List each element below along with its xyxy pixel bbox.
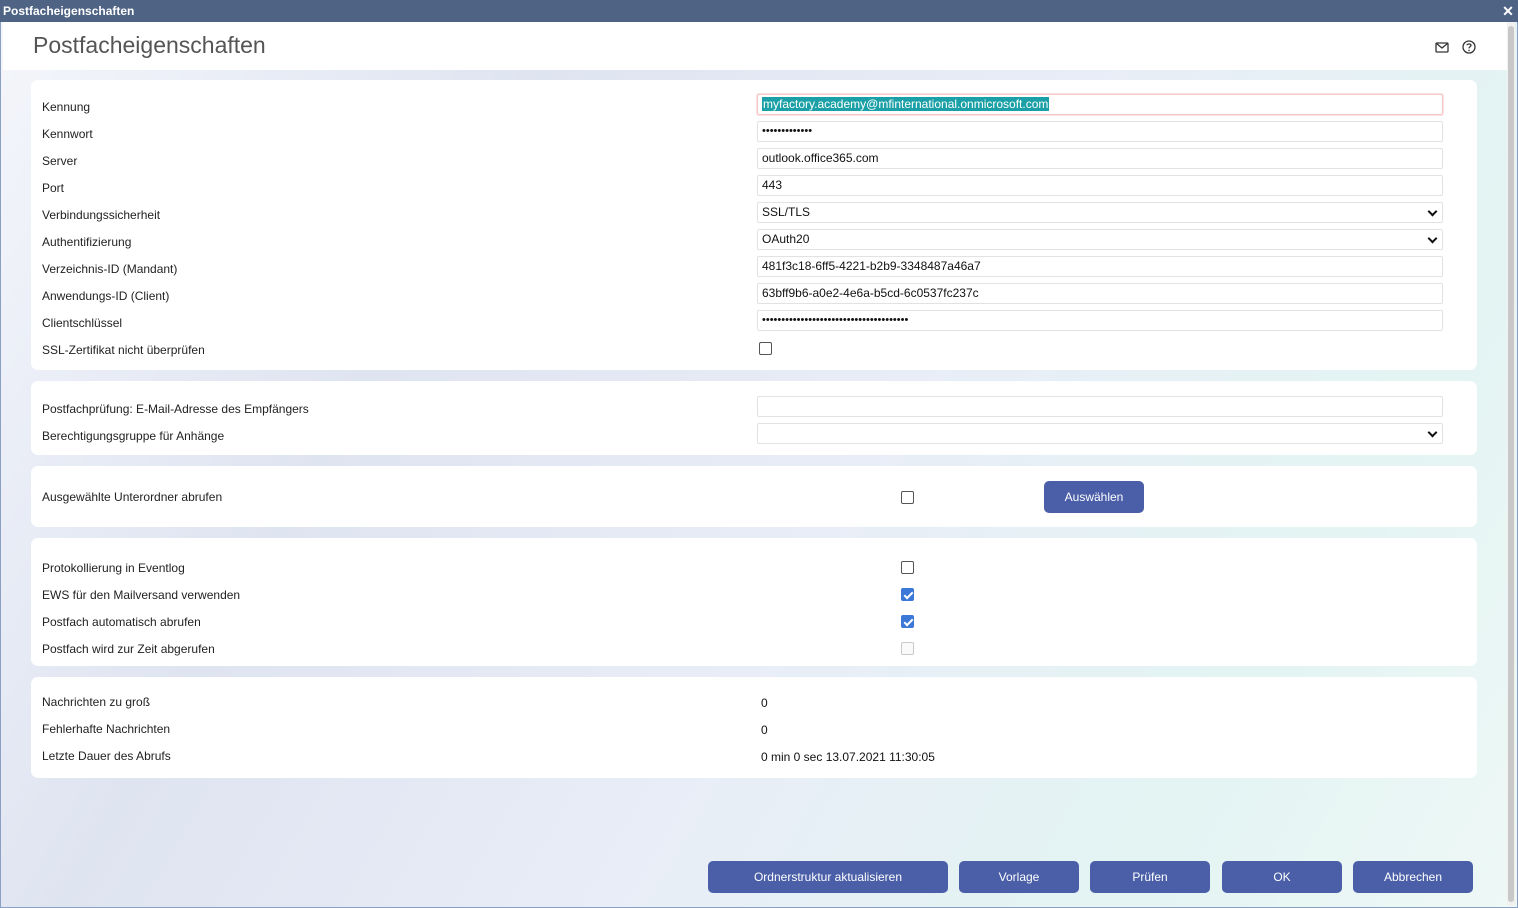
row-kennung: Kennung myfactory.academy@mfinternationa…: [31, 94, 1477, 121]
eventlog-label: Protokollierung in Eventlog: [42, 561, 185, 575]
subfolders-checkbox[interactable]: [901, 491, 914, 504]
secret-input[interactable]: ••••••••••••••••••••••••••••••••••••••: [757, 310, 1443, 331]
auth-value: OAuth20: [762, 232, 810, 246]
row-kennwort: Kennwort •••••••••••••: [31, 121, 1477, 148]
row-secret: Clientschlüssel ••••••••••••••••••••••••…: [31, 310, 1477, 337]
row-faulty: Fehlerhafte Nachrichten 0: [31, 716, 1477, 743]
row-ssl-skip: SSL-Zertifikat nicht überprüfen: [31, 337, 1477, 364]
template-button[interactable]: Vorlage: [959, 861, 1079, 893]
select-subfolders-button[interactable]: Auswählen: [1044, 481, 1144, 513]
faulty-value: 0: [761, 723, 768, 737]
window-titlebar: Postfacheigenschaften ✕: [0, 0, 1518, 22]
port-label: Port: [42, 181, 65, 195]
row-too-large: Nachrichten zu groß 0: [31, 689, 1477, 716]
ews-label: EWS für den Mailversand verwenden: [42, 588, 241, 602]
window-title: Postfacheigenschaften: [3, 4, 135, 18]
too-large-label: Nachrichten zu groß: [42, 695, 151, 709]
mailbox-check-card: Postfachprüfung: E-Mail-Adresse des Empf…: [31, 381, 1477, 455]
server-input[interactable]: outlook.office365.com: [757, 148, 1443, 169]
attachments-group-label: Berechtigungsgruppe für Anhänge: [42, 429, 225, 443]
kennung-input[interactable]: myfactory.academy@mfinternational.onmicr…: [757, 94, 1443, 115]
close-icon[interactable]: ✕: [1501, 0, 1515, 22]
options-card: Protokollierung in Eventlog EWS für den …: [31, 538, 1477, 666]
kennung-value: myfactory.academy@mfinternational.onmicr…: [762, 97, 1050, 111]
last-duration-label: Letzte Dauer des Abrufs: [42, 749, 171, 763]
help-icon[interactable]: [1462, 40, 1476, 54]
tenant-input[interactable]: 481f3c18-6ff5-4221-b2b9-3348487a46a7: [757, 256, 1443, 277]
row-recipient: Postfachprüfung: E-Mail-Adresse des Empf…: [31, 396, 1477, 423]
tenant-label: Verzeichnis-ID (Mandant): [42, 262, 178, 276]
kennwort-label: Kennwort: [42, 127, 93, 141]
subfolders-label: Ausgewählte Unterordner abrufen: [42, 490, 223, 504]
kennung-label: Kennung: [42, 100, 91, 114]
kennwort-input[interactable]: •••••••••••••: [757, 121, 1443, 142]
attachments-group-select[interactable]: [757, 423, 1443, 444]
busy-label: Postfach wird zur Zeit abgerufen: [42, 642, 215, 656]
too-large-value: 0: [761, 696, 768, 710]
ews-checkbox[interactable]: [901, 588, 914, 601]
connection-card: Kennung myfactory.academy@mfinternationa…: [31, 80, 1477, 370]
row-port: Port 443: [31, 175, 1477, 202]
auto-fetch-label: Postfach automatisch abrufen: [42, 615, 201, 629]
row-auth: Authentifizierung OAuth20: [31, 229, 1477, 256]
secret-label: Clientschlüssel: [42, 316, 123, 330]
refresh-folders-button[interactable]: Ordnerstruktur aktualisieren: [708, 861, 948, 893]
ssl-skip-checkbox[interactable]: [759, 342, 772, 355]
row-ews: EWS für den Mailversand verwenden: [31, 582, 1477, 609]
auth-select[interactable]: OAuth20: [757, 229, 1443, 250]
row-security: Verbindungssicherheit SSL/TLS: [31, 202, 1477, 229]
row-auto-fetch: Postfach automatisch abrufen: [31, 609, 1477, 636]
auto-fetch-checkbox[interactable]: [901, 615, 914, 628]
mail-icon[interactable]: [1435, 40, 1449, 54]
busy-checkbox: [901, 642, 914, 655]
dialog-body: Postfacheigenschaften Kennung myfactory.…: [0, 22, 1518, 908]
ssl-skip-label: SSL-Zertifikat nicht überprüfen: [42, 343, 205, 357]
cancel-button[interactable]: Abbrechen: [1353, 861, 1473, 893]
auth-label: Authentifizierung: [42, 235, 132, 249]
row-server: Server outlook.office365.com: [31, 148, 1477, 175]
vertical-scrollbar[interactable]: [1507, 22, 1515, 906]
stats-card: Nachrichten zu groß 0 Fehlerhafte Nachri…: [31, 677, 1477, 778]
recipient-label: Postfachprüfung: E-Mail-Adresse des Empf…: [42, 402, 309, 416]
last-duration-value: 0 min 0 sec 13.07.2021 11:30:05: [761, 750, 935, 764]
security-value: SSL/TLS: [762, 205, 811, 219]
faulty-label: Fehlerhafte Nachrichten: [42, 722, 171, 736]
subfolders-card: Ausgewählte Unterordner abrufen Auswähle…: [31, 466, 1477, 527]
row-tenant: Verzeichnis-ID (Mandant) 481f3c18-6ff5-4…: [31, 256, 1477, 283]
security-select[interactable]: SSL/TLS: [757, 202, 1443, 223]
port-input[interactable]: 443: [757, 175, 1443, 196]
ok-button[interactable]: OK: [1222, 861, 1342, 893]
dialog-header: Postfacheigenschaften: [3, 22, 1507, 70]
security-label: Verbindungssicherheit: [42, 208, 161, 222]
check-button[interactable]: Prüfen: [1090, 861, 1210, 893]
row-attachments-group: Berechtigungsgruppe für Anhänge: [31, 423, 1477, 450]
page-title: Postfacheigenschaften: [33, 32, 266, 58]
client-label: Anwendungs-ID (Client): [42, 289, 170, 303]
eventlog-checkbox[interactable]: [901, 561, 914, 574]
server-label: Server: [42, 154, 78, 168]
scrollbar-thumb[interactable]: [1508, 26, 1514, 902]
client-input[interactable]: 63bff9b6-a0e2-4e6a-b5cd-6c0537fc237c: [757, 283, 1443, 304]
recipient-input[interactable]: [757, 396, 1443, 417]
row-eventlog: Protokollierung in Eventlog: [31, 555, 1477, 582]
row-busy: Postfach wird zur Zeit abgerufen: [31, 636, 1477, 663]
row-client: Anwendungs-ID (Client) 63bff9b6-a0e2-4e6…: [31, 283, 1477, 310]
row-last-duration: Letzte Dauer des Abrufs 0 min 0 sec 13.0…: [31, 743, 1477, 770]
